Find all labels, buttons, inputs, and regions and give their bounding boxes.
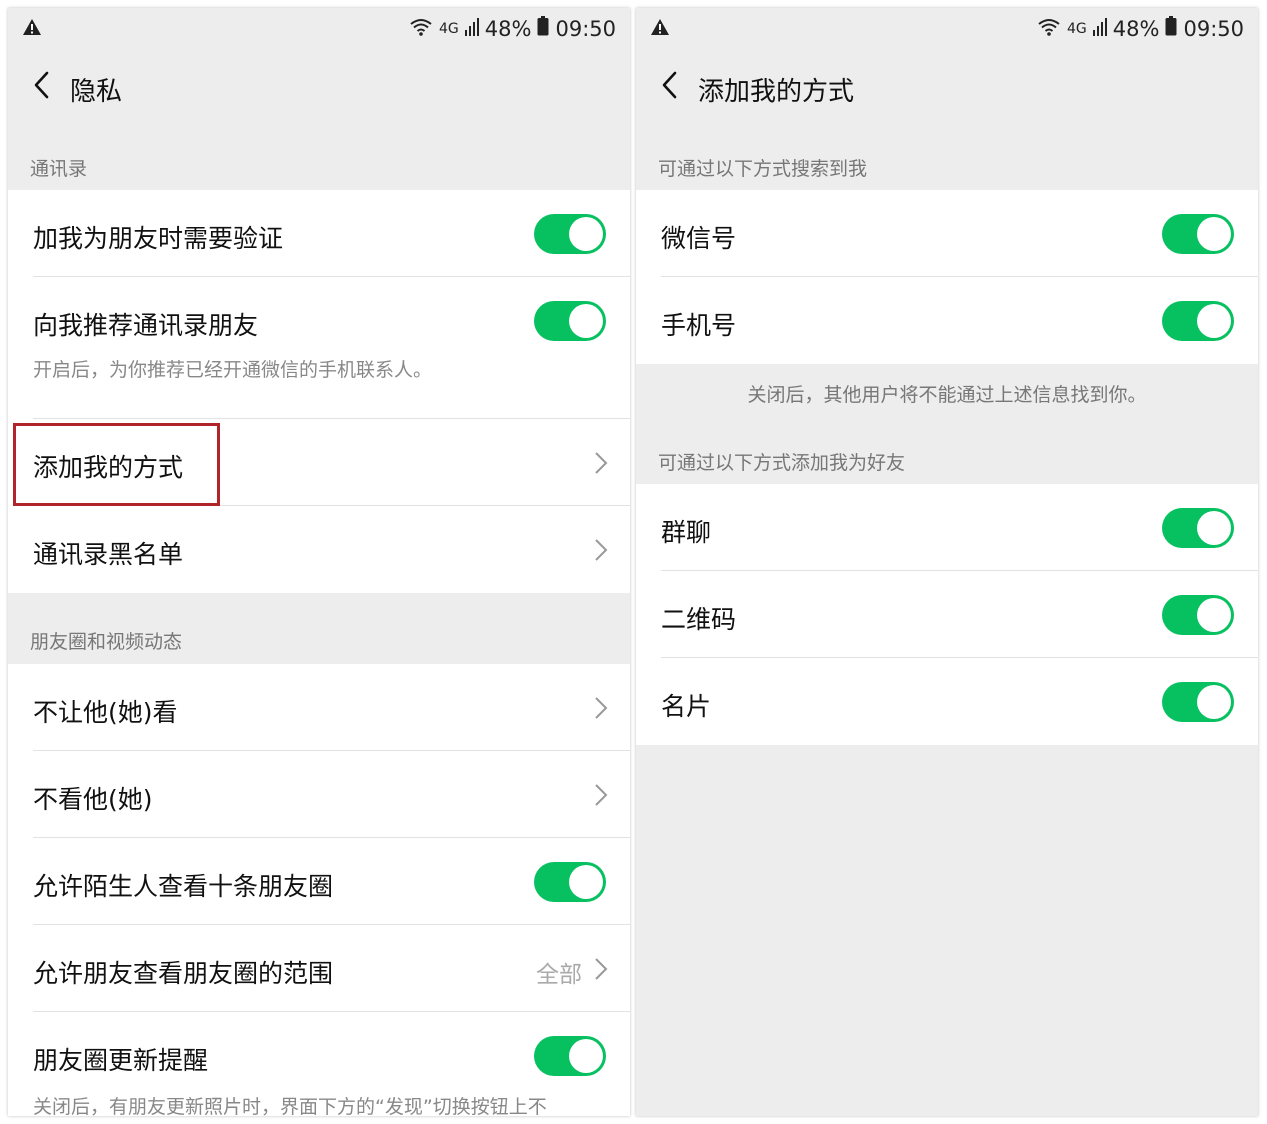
moments-reminder-row: 朋友圈更新提醒 关闭后，有朋友更新照片时，界面下方的“发现”切换按钮上不 [8, 1012, 630, 1116]
phone-row: 手机号 [636, 277, 1258, 364]
contacts-blacklist-row[interactable]: 通讯录黑名单 [8, 506, 630, 593]
friends-range-label: 允许朋友查看朋友圈的范围 [33, 959, 334, 988]
chevron-right-icon [595, 697, 608, 719]
chevron-right-icon [595, 958, 608, 980]
dont-let-see-row[interactable]: 不让他(她)看 [8, 664, 630, 751]
page-title: 隐私 [70, 77, 123, 107]
chevron-right-icon [595, 452, 608, 474]
friends-range-row[interactable]: 允许朋友查看朋友圈的范围 全部 [8, 925, 630, 1012]
nav-bar: 隐私 [8, 48, 630, 120]
wifi-icon [1037, 17, 1061, 41]
business-card-row: 名片 [636, 658, 1258, 745]
back-arrow-icon[interactable] [28, 70, 58, 100]
section-header-contacts: 通讯录 [30, 158, 88, 180]
phone-toggle[interactable] [1162, 301, 1234, 341]
battery-icon [537, 16, 549, 41]
section-header-add: 可通过以下方式添加我为好友 [658, 452, 906, 474]
battery-percent: 48% [1112, 16, 1160, 41]
recommend-contacts-row: 向我推荐通讯录朋友 开启后，为你推荐已经开通微信的手机联系人。 [8, 277, 630, 419]
moments-reminder-toggle[interactable] [534, 1036, 606, 1076]
warning-icon [650, 17, 670, 41]
dont-see-row[interactable]: 不看他(她) [8, 751, 630, 838]
back-arrow-icon[interactable] [656, 70, 686, 100]
require-verification-label: 加我为朋友时需要验证 [33, 224, 284, 253]
wechat-id-row: 微信号 [636, 190, 1258, 277]
status-bar: 4G 48% 09:50 [636, 8, 1258, 48]
wechat-id-label: 微信号 [661, 224, 737, 253]
clock: 09:50 [555, 16, 616, 41]
highlight-annotation [13, 423, 220, 506]
clock: 09:50 [1183, 16, 1244, 41]
recommend-contacts-toggle[interactable] [534, 301, 606, 341]
privacy-screen: 4G 48% 09:50 隐私 通讯录 加我为朋友时需要验证 向我推荐通讯录朋友… [8, 8, 630, 1116]
recommend-contacts-desc: 开启后，为你推荐已经开通微信的手机联系人。 [33, 359, 433, 381]
wifi-icon [409, 17, 433, 41]
network-label: 4G [439, 20, 459, 37]
chevron-right-icon [595, 539, 608, 561]
battery-percent: 48% [484, 16, 532, 41]
qr-code-toggle[interactable] [1162, 595, 1234, 635]
section-header-moments: 朋友圈和视频动态 [30, 631, 183, 653]
allow-strangers-row: 允许陌生人查看十条朋友圈 [8, 838, 630, 925]
allow-strangers-label: 允许陌生人查看十条朋友圈 [33, 872, 334, 901]
require-verification-row: 加我为朋友时需要验证 [8, 190, 630, 277]
network-label: 4G [1067, 20, 1087, 37]
contacts-blacklist-label: 通讯录黑名单 [33, 540, 184, 569]
signal-icon [1092, 17, 1107, 41]
page-title: 添加我的方式 [698, 77, 855, 107]
recommend-contacts-label: 向我推荐通讯录朋友 [33, 311, 259, 340]
phone-label: 手机号 [661, 311, 737, 340]
business-card-toggle[interactable] [1162, 682, 1234, 722]
add-methods-screen: 4G 48% 09:50 添加我的方式 可通过以下方式搜索到我 微信号 手机号 … [636, 8, 1258, 1116]
group-chat-row: 群聊 [636, 484, 1258, 571]
group-chat-toggle[interactable] [1162, 508, 1234, 548]
moments-reminder-desc: 关闭后，有朋友更新照片时，界面下方的“发现”切换按钮上不 [33, 1096, 547, 1116]
status-bar: 4G 48% 09:50 [8, 8, 630, 48]
group-chat-label: 群聊 [661, 518, 712, 547]
dont-see-label: 不看他(她) [33, 785, 153, 814]
allow-strangers-toggle[interactable] [534, 862, 606, 902]
search-note: 关闭后，其他用户将不能通过上述信息找到你。 [747, 384, 1147, 406]
nav-bar: 添加我的方式 [636, 48, 1258, 120]
battery-icon [1165, 16, 1177, 41]
chevron-right-icon [595, 784, 608, 806]
require-verification-toggle[interactable] [534, 214, 606, 254]
signal-icon [464, 17, 479, 41]
business-card-label: 名片 [661, 692, 712, 721]
friends-range-value: 全部 [536, 962, 582, 988]
moments-reminder-label: 朋友圈更新提醒 [33, 1046, 209, 1075]
wechat-id-toggle[interactable] [1162, 214, 1234, 254]
dont-let-see-label: 不让他(她)看 [33, 698, 178, 727]
qr-code-row: 二维码 [636, 571, 1258, 658]
warning-icon [22, 17, 42, 41]
section-header-search: 可通过以下方式搜索到我 [658, 158, 868, 180]
qr-code-label: 二维码 [661, 605, 737, 634]
